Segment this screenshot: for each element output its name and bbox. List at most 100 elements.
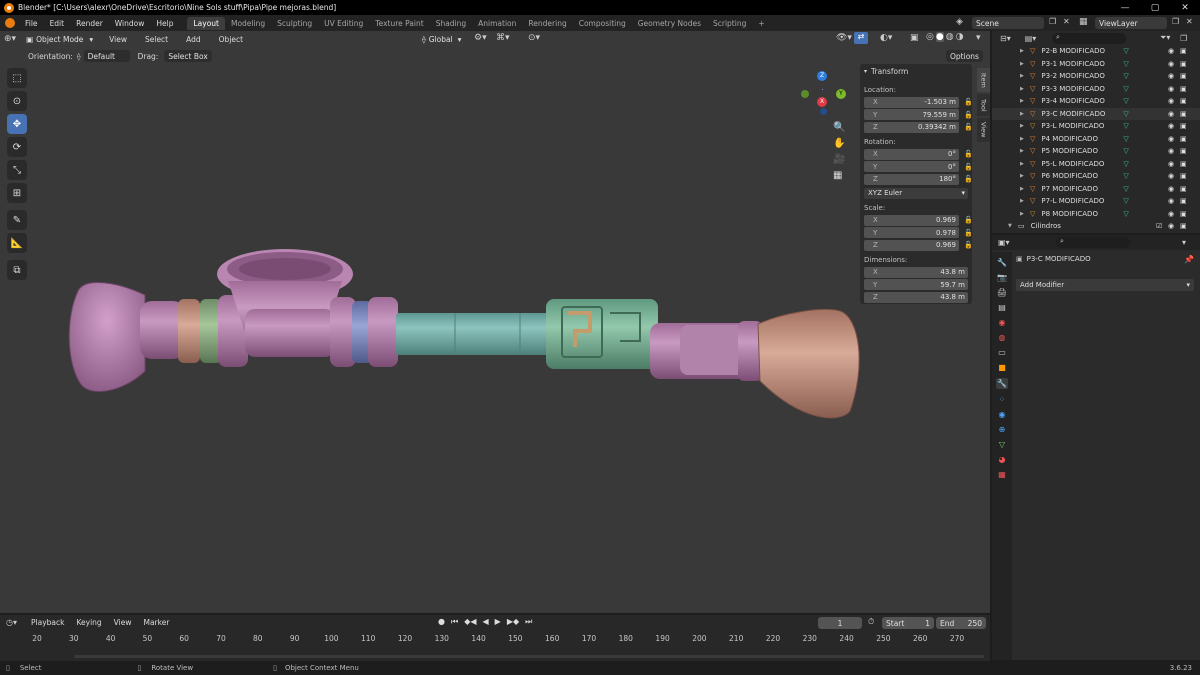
view-layer-field[interactable]: ViewLayer bbox=[1095, 17, 1167, 29]
material-props-icon[interactable]: ◕ bbox=[999, 455, 1006, 464]
add-modifier-dropdown[interactable]: Add Modifier ▾ bbox=[1016, 279, 1194, 291]
lock-icon[interactable]: 🔓 bbox=[964, 123, 973, 131]
visibility-eye-icon[interactable]: ◉ bbox=[1168, 185, 1174, 193]
location-y-row[interactable]: Y 79.559 m 🔓 bbox=[864, 109, 973, 121]
viewport-menu-select[interactable]: Select bbox=[139, 35, 174, 44]
particles-props-icon[interactable]: ⁘ bbox=[999, 395, 1006, 404]
menu-edit[interactable]: Edit bbox=[44, 19, 71, 28]
render-camera-icon[interactable]: ▣ bbox=[1180, 222, 1187, 230]
overlay-icon[interactable]: ◐▾ bbox=[880, 33, 892, 43]
expand-arrow-icon[interactable]: ▶ bbox=[1020, 148, 1030, 154]
rotation-mode-row[interactable]: XYZ Euler ▾ bbox=[864, 187, 972, 199]
menu-render[interactable]: Render bbox=[70, 19, 109, 28]
rotation-y-row[interactable]: Y 0° 🔓 bbox=[864, 161, 973, 173]
outliner-item[interactable]: ▶ ▽ P7 MODIFICADO ▽ ◉ ▣ bbox=[992, 183, 1200, 196]
properties-search-input[interactable]: ⌕ bbox=[1056, 237, 1130, 248]
xray-icon[interactable]: ▣ bbox=[910, 33, 919, 43]
output-props-icon[interactable]: 🖨 bbox=[997, 288, 1007, 297]
rendered-shading-icon[interactable]: ◑ bbox=[956, 32, 964, 42]
outliner-item[interactable]: ▶ ▽ P7-L MODIFICADO ▽ ◉ ▣ bbox=[992, 195, 1200, 208]
render-camera-icon[interactable]: ▣ bbox=[1180, 110, 1187, 118]
render-camera-icon[interactable]: ▣ bbox=[1180, 185, 1187, 193]
outliner-item[interactable]: ▶ ▽ P4 MODIFICADO ▽ ◉ ▣ bbox=[992, 133, 1200, 146]
viewport-menu-add[interactable]: Add bbox=[180, 35, 207, 44]
menu-file[interactable]: File bbox=[19, 19, 44, 28]
display-mode-icon[interactable]: ⊟▾ bbox=[1000, 34, 1011, 43]
lock-icon[interactable]: 🔓 bbox=[964, 229, 973, 237]
new-scene-icon[interactable]: ❐ bbox=[1049, 17, 1056, 26]
pin-icon[interactable]: 📌 bbox=[1184, 255, 1194, 264]
solid-shading-icon[interactable]: ● bbox=[935, 32, 944, 42]
add-cube-tool-icon[interactable]: ⧉ bbox=[7, 260, 27, 280]
rotation-x-value[interactable]: 0° bbox=[948, 150, 956, 158]
options-icon[interactable]: ▾ bbox=[1182, 238, 1186, 247]
collapse-arrow-icon[interactable]: ▼ bbox=[1008, 223, 1018, 229]
rotation-y-value[interactable]: 0° bbox=[948, 163, 956, 171]
gizmo-toggle-icon[interactable]: ⇄ bbox=[854, 32, 868, 44]
visibility-eye-icon[interactable]: ◉ bbox=[1168, 110, 1174, 118]
object-props-icon[interactable]: ■ bbox=[998, 363, 1006, 372]
tab-uv-editing[interactable]: UV Editing bbox=[318, 17, 369, 30]
data-props-icon[interactable]: ▽ bbox=[999, 440, 1005, 449]
camera-view-icon[interactable]: 🎥 bbox=[833, 154, 845, 165]
blender-menu-icon[interactable] bbox=[5, 18, 15, 28]
filter-icon[interactable]: ⏷▾ bbox=[1160, 33, 1170, 43]
transform-panel-header[interactable]: ▾ Transform bbox=[860, 64, 972, 78]
outliner-item[interactable]: ▶ ▽ P8 MODIFICADO ▽ ◉ ▣ bbox=[992, 208, 1200, 221]
pipe-model[interactable] bbox=[0, 31, 990, 613]
proportional-edit-icon[interactable]: ⊙▾ bbox=[528, 33, 540, 43]
delete-scene-icon[interactable]: ✕ bbox=[1063, 17, 1070, 26]
outliner-item[interactable]: ▶ ▽ P3-1 MODIFICADO ▽ ◉ ▣ bbox=[992, 58, 1200, 71]
expand-arrow-icon[interactable]: ▶ bbox=[1020, 123, 1030, 129]
transform-tool-icon[interactable]: ⊞ bbox=[7, 183, 27, 203]
outliner-item[interactable]: ▶ ▽ P2-B MODIFICADO ▽ ◉ ▣ bbox=[992, 45, 1200, 58]
select-box-tool-icon[interactable]: ⬚ bbox=[7, 68, 27, 88]
expand-arrow-icon[interactable]: ▶ bbox=[1020, 86, 1030, 92]
location-z-value[interactable]: 0.39342 m bbox=[918, 123, 956, 131]
zoom-icon[interactable]: 🔍 bbox=[833, 122, 845, 133]
menu-help[interactable]: Help bbox=[150, 19, 179, 28]
3d-viewport[interactable] bbox=[0, 31, 990, 613]
maximize-button[interactable]: ▢ bbox=[1140, 0, 1170, 15]
tab-view[interactable]: View bbox=[977, 118, 990, 142]
tab-rendering[interactable]: Rendering bbox=[522, 17, 572, 30]
gizmo-neg-y[interactable] bbox=[801, 90, 809, 98]
visibility-eye-icon[interactable]: ◉ bbox=[1168, 60, 1174, 68]
dimensions-y-value[interactable]: 59.7 m bbox=[940, 281, 965, 289]
rotate-tool-icon[interactable]: ⟳ bbox=[7, 137, 27, 157]
render-camera-icon[interactable]: ▣ bbox=[1180, 197, 1187, 205]
location-x-value[interactable]: -1.503 m bbox=[924, 98, 956, 106]
visibility-eye-icon[interactable]: ◉ bbox=[1168, 160, 1174, 168]
render-camera-icon[interactable]: ▣ bbox=[1180, 172, 1187, 180]
scene-field[interactable]: Scene bbox=[972, 17, 1044, 29]
annotate-tool-icon[interactable]: ✎ bbox=[7, 210, 27, 230]
lock-icon[interactable]: 🔓 bbox=[964, 216, 973, 224]
new-collection-icon[interactable]: ❐ bbox=[1180, 34, 1187, 43]
gizmo-y-axis[interactable]: Y bbox=[836, 89, 846, 99]
render-camera-icon[interactable]: ▣ bbox=[1180, 72, 1187, 80]
texture-props-icon[interactable]: ▦ bbox=[998, 470, 1006, 479]
tab-shading[interactable]: Shading bbox=[430, 17, 472, 30]
expand-arrow-icon[interactable]: ▶ bbox=[1020, 186, 1030, 192]
new-view-layer-icon[interactable]: ❐ bbox=[1172, 17, 1179, 26]
tab-item[interactable]: Item bbox=[977, 68, 990, 92]
rotation-x-row[interactable]: X 0° 🔓 bbox=[864, 148, 973, 160]
move-tool-icon[interactable]: ✥ bbox=[7, 114, 27, 134]
options-dropdown[interactable]: Options bbox=[946, 50, 983, 62]
render-camera-icon[interactable]: ▣ bbox=[1180, 60, 1187, 68]
visibility-icon[interactable]: 👁▾ bbox=[836, 33, 852, 43]
visibility-eye-icon[interactable]: ◉ bbox=[1168, 85, 1174, 93]
orientation-dropdown[interactable]: Default bbox=[83, 50, 130, 62]
pivot-icon[interactable]: ⚙▾ bbox=[474, 33, 487, 43]
delete-view-layer-icon[interactable]: ✕ bbox=[1186, 17, 1193, 26]
tab-scripting[interactable]: Scripting bbox=[707, 17, 752, 30]
grid-view-icon[interactable]: ▦ bbox=[833, 170, 845, 181]
add-workspace-button[interactable]: + bbox=[752, 17, 770, 30]
dimensions-z-row[interactable]: Z 43.8 m bbox=[864, 291, 972, 303]
editor-type-icon[interactable]: ▣▾ bbox=[998, 238, 1010, 247]
expand-arrow-icon[interactable]: ▶ bbox=[1020, 48, 1030, 54]
render-props-icon[interactable]: 📷 bbox=[997, 273, 1007, 282]
outliner-item[interactable]: ▶ ▽ P3-2 MODIFICADO ▽ ◉ ▣ bbox=[992, 70, 1200, 83]
physics-props-icon[interactable]: ◉ bbox=[999, 410, 1006, 419]
modifier-props-icon[interactable]: 🔧 bbox=[996, 378, 1008, 389]
